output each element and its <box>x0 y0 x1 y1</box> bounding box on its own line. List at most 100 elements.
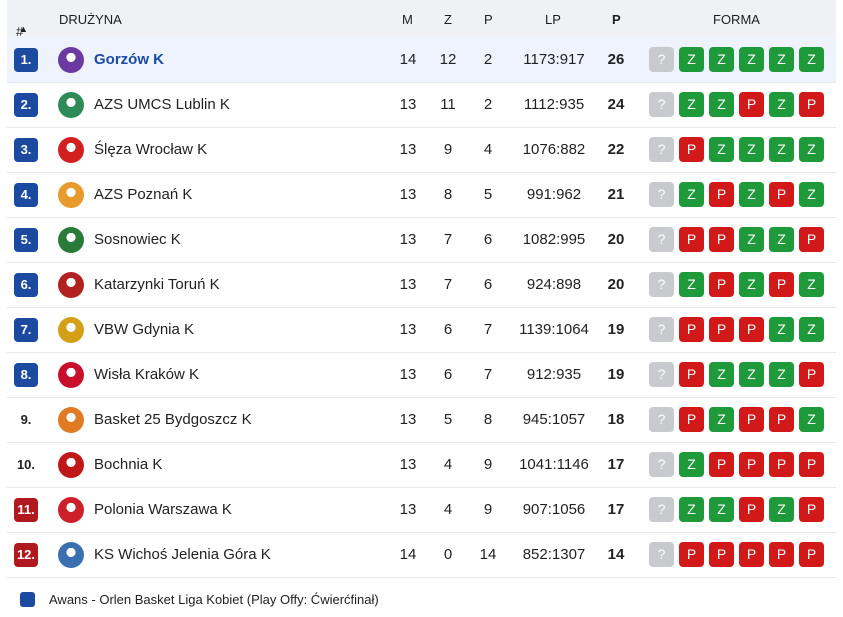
win-chip[interactable]: Z <box>739 227 764 252</box>
team-name[interactable]: Sosnowiec K <box>94 231 181 248</box>
next-match-chip[interactable]: ? <box>649 182 674 207</box>
loss-chip[interactable]: P <box>769 542 794 567</box>
table-row[interactable]: 2. AZS UMCS Lublin K 13 11 2 1112:935 24? Z Z P Z P <box>7 83 836 128</box>
next-match-chip[interactable]: ? <box>649 362 674 387</box>
loss-chip[interactable]: P <box>739 497 764 522</box>
loss-chip[interactable]: P <box>799 227 824 252</box>
win-chip[interactable]: Z <box>739 182 764 207</box>
loss-chip[interactable]: P <box>679 407 704 432</box>
team-name[interactable]: Katarzynki Toruń K <box>94 276 220 293</box>
loss-chip[interactable]: P <box>739 407 764 432</box>
loss-chip[interactable]: P <box>679 362 704 387</box>
next-match-chip[interactable]: ? <box>649 47 674 72</box>
win-chip[interactable]: Z <box>769 227 794 252</box>
team-name[interactable]: KS Wichoś Jelenia Góra K <box>94 546 271 563</box>
loss-chip[interactable]: P <box>799 497 824 522</box>
points-diff-header[interactable]: LP <box>545 12 561 27</box>
team-name[interactable]: Ślęza Wrocław K <box>94 141 207 158</box>
team-name[interactable]: Basket 25 Bydgoszcz K <box>94 411 252 428</box>
win-chip[interactable]: Z <box>679 92 704 117</box>
win-chip[interactable]: Z <box>799 182 824 207</box>
loss-chip[interactable]: P <box>799 362 824 387</box>
loss-chip[interactable]: P <box>709 542 734 567</box>
loss-chip[interactable]: P <box>769 182 794 207</box>
win-chip[interactable]: Z <box>739 137 764 162</box>
win-chip[interactable]: Z <box>709 497 734 522</box>
wins-header[interactable]: Z <box>444 12 452 27</box>
win-chip[interactable]: Z <box>769 497 794 522</box>
loss-chip[interactable]: P <box>799 92 824 117</box>
win-chip[interactable]: Z <box>799 47 824 72</box>
next-match-chip[interactable]: ? <box>649 272 674 297</box>
win-chip[interactable]: Z <box>769 317 794 342</box>
next-match-chip[interactable]: ? <box>649 407 674 432</box>
team-header[interactable]: DRUŻYNA <box>59 12 122 27</box>
next-match-chip[interactable]: ? <box>649 227 674 252</box>
losses-header[interactable]: P <box>484 12 493 27</box>
table-row[interactable]: 3. Ślęza Wrocław K 13 9 4 1076:882 22? P Z Z Z Z <box>7 128 836 173</box>
win-chip[interactable]: Z <box>799 317 824 342</box>
win-chip[interactable]: Z <box>769 137 794 162</box>
win-chip[interactable]: Z <box>679 497 704 522</box>
team-name[interactable]: Wisła Kraków K <box>94 366 199 383</box>
win-chip[interactable]: Z <box>679 272 704 297</box>
table-row[interactable]: 12. KS Wichoś Jelenia Góra K 14 0 14 852:1307… <box>7 533 836 578</box>
loss-chip[interactable]: P <box>679 542 704 567</box>
loss-chip[interactable]: P <box>769 452 794 477</box>
table-row[interactable]: 4. AZS Poznań K 13 8 5 991:962 21? Z P Z P Z <box>7 173 836 218</box>
win-chip[interactable]: Z <box>709 92 734 117</box>
next-match-chip[interactable]: ? <box>649 317 674 342</box>
win-chip[interactable]: Z <box>679 47 704 72</box>
team-name[interactable]: VBW Gdynia K <box>94 321 194 338</box>
win-chip[interactable]: Z <box>739 47 764 72</box>
win-chip[interactable]: Z <box>709 362 734 387</box>
win-chip[interactable]: Z <box>739 362 764 387</box>
win-chip[interactable]: Z <box>799 137 824 162</box>
loss-chip[interactable]: P <box>799 452 824 477</box>
matches-header[interactable]: M <box>402 12 413 27</box>
next-match-chip[interactable]: ? <box>649 137 674 162</box>
loss-chip[interactable]: P <box>739 452 764 477</box>
team-name[interactable]: AZS Poznań K <box>94 186 192 203</box>
next-match-chip[interactable]: ? <box>649 92 674 117</box>
win-chip[interactable]: Z <box>679 182 704 207</box>
loss-chip[interactable]: P <box>679 227 704 252</box>
win-chip[interactable]: Z <box>769 362 794 387</box>
team-name[interactable]: Bochnia K <box>94 456 162 473</box>
loss-chip[interactable]: P <box>709 182 734 207</box>
points-header[interactable]: P <box>612 12 621 27</box>
table-row[interactable]: 10. Bochnia K 13 4 9 1041:1146 17? Z P P P P <box>7 443 836 488</box>
loss-chip[interactable]: P <box>679 137 704 162</box>
team-name[interactable]: AZS UMCS Lublin K <box>94 96 230 113</box>
loss-chip[interactable]: P <box>739 317 764 342</box>
win-chip[interactable]: Z <box>679 452 704 477</box>
win-chip[interactable]: Z <box>799 272 824 297</box>
win-chip[interactable]: Z <box>709 137 734 162</box>
loss-chip[interactable]: P <box>709 317 734 342</box>
loss-chip[interactable]: P <box>709 452 734 477</box>
team-name[interactable]: Polonia Warszawa K <box>94 501 232 518</box>
table-row[interactable]: 6. Katarzynki Toruń K 13 7 6 924:898 20? Z P Z P Z <box>7 263 836 308</box>
loss-chip[interactable]: P <box>799 542 824 567</box>
loss-chip[interactable]: P <box>679 317 704 342</box>
win-chip[interactable]: Z <box>769 92 794 117</box>
win-chip[interactable]: Z <box>709 47 734 72</box>
loss-chip[interactable]: P <box>739 92 764 117</box>
table-row[interactable]: 7. VBW Gdynia K 13 6 7 1139:1064 19? P P P Z Z <box>7 308 836 353</box>
next-match-chip[interactable]: ? <box>649 542 674 567</box>
loss-chip[interactable]: P <box>709 227 734 252</box>
win-chip[interactable]: Z <box>739 272 764 297</box>
loss-chip[interactable]: P <box>769 272 794 297</box>
loss-chip[interactable]: P <box>769 407 794 432</box>
win-chip[interactable]: Z <box>769 47 794 72</box>
loss-chip[interactable]: P <box>709 272 734 297</box>
team-name[interactable]: Gorzów K <box>94 51 164 68</box>
next-match-chip[interactable]: ? <box>649 497 674 522</box>
table-row[interactable]: 11. Polonia Warszawa K 13 4 9 907:1056 17? Z Z P Z… <box>7 488 836 533</box>
win-chip[interactable]: Z <box>799 407 824 432</box>
table-row[interactable]: 5. Sosnowiec K 13 7 6 1082:995 20? P P Z Z P <box>7 218 836 263</box>
win-chip[interactable]: Z <box>709 407 734 432</box>
table-row[interactable]: 9. Basket 25 Bydgoszcz K 13 5 8 945:1057 18? P Z… <box>7 398 836 443</box>
loss-chip[interactable]: P <box>739 542 764 567</box>
table-row[interactable]: 8. Wisła Kraków K 13 6 7 912:935 19? P Z Z Z P <box>7 353 836 398</box>
